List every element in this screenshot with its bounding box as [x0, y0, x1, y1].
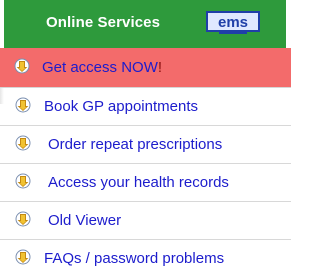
menu-item-label[interactable]: Book GP appointments: [44, 98, 198, 115]
ems-logo-icon: ems: [205, 10, 261, 36]
arrow-down-circle-icon: [15, 211, 31, 227]
arrow-down-circle-icon: [15, 173, 31, 189]
menu-item-faqs[interactable]: FAQs / password problems: [0, 240, 291, 276]
svg-text:ems: ems: [218, 14, 248, 31]
menu-item-label[interactable]: Old Viewer: [48, 212, 121, 229]
menu-item-get-access[interactable]: Get access NOW!: [0, 48, 291, 88]
arrow-down-circle-icon: [15, 135, 31, 151]
menu-item-label[interactable]: FAQs / password problems: [44, 250, 224, 267]
services-menu: Get access NOW! Book GP appointments Ord…: [0, 48, 291, 276]
exclamation-mark: !: [157, 59, 163, 76]
menu-item-label[interactable]: Access your health records: [48, 174, 229, 191]
online-services-panel: Online Services ems Get access NOW! Book…: [0, 0, 291, 276]
menu-item-health-records[interactable]: Access your health records: [0, 164, 291, 202]
panel-title: Online Services: [46, 14, 161, 31]
arrow-down-circle-icon: [14, 58, 30, 74]
menu-item-book-appointments[interactable]: Book GP appointments: [0, 88, 291, 126]
menu-item-old-viewer[interactable]: Old Viewer: [0, 202, 291, 240]
arrow-down-circle-icon: [15, 249, 31, 265]
menu-item-label[interactable]: Get access NOW: [42, 59, 158, 76]
menu-item-repeat-prescriptions[interactable]: Order repeat prescriptions: [0, 126, 291, 164]
arrow-down-circle-icon: [15, 97, 31, 113]
menu-item-label[interactable]: Order repeat prescriptions: [48, 136, 222, 153]
panel-header: Online Services ems: [4, 0, 286, 48]
